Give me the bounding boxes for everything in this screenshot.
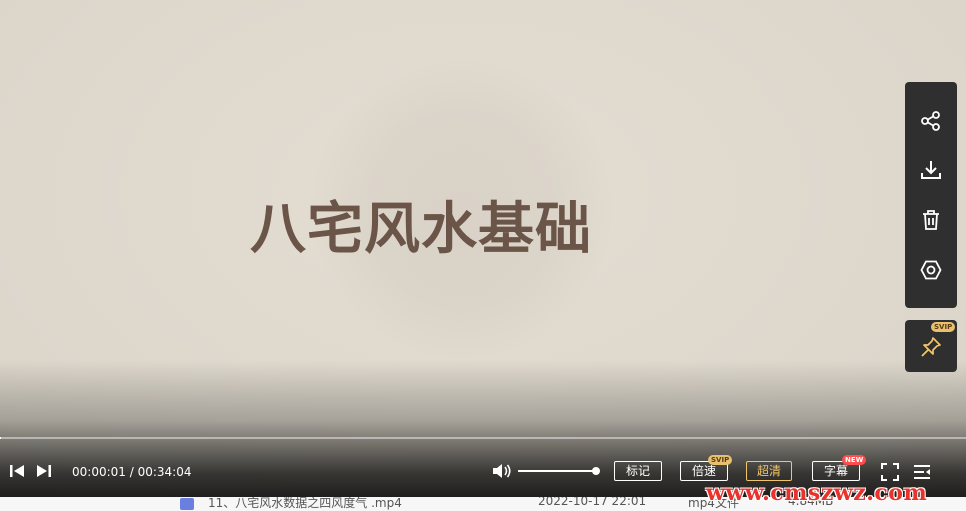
next-button[interactable] (35, 462, 53, 480)
video-frame-title: 八宅风水基础 (250, 197, 592, 262)
skip-next-icon (37, 465, 51, 477)
download-button[interactable] (917, 156, 945, 184)
time-display: 00:00:01 / 00:34:04 (72, 465, 191, 479)
file-date: 2022-10-17 22:01 (538, 497, 647, 508)
pin-svip-badge: SVIP (931, 322, 956, 332)
video-area[interactable]: 八宅风水基础 (0, 0, 966, 511)
mark-button[interactable]: 标记 (614, 461, 662, 481)
side-toolbar (905, 82, 957, 308)
duration: 00:34:04 (137, 465, 192, 479)
fullscreen-icon (881, 463, 899, 481)
volume-slider-handle[interactable] (592, 467, 600, 475)
volume-icon (493, 464, 511, 478)
site-watermark: www.cmszwz.com (706, 480, 928, 506)
pin-icon (921, 337, 941, 357)
settings-button[interactable] (917, 256, 945, 284)
share-icon (921, 111, 940, 131)
video-file-icon (180, 498, 194, 510)
pin-button[interactable] (917, 333, 945, 361)
volume-slider[interactable] (518, 467, 600, 475)
previous-button[interactable] (8, 462, 26, 480)
volume-button[interactable] (491, 461, 513, 481)
pin-window-panel: SVIP (905, 320, 957, 372)
download-icon (921, 161, 941, 179)
progress-bar-fill (0, 437, 1, 439)
speed-svip-badge: SVIP (708, 455, 733, 465)
settings-icon (920, 260, 942, 280)
delete-button[interactable] (917, 206, 945, 234)
subtitle-new-badge: NEW (842, 455, 867, 465)
volume-slider-fill (518, 470, 596, 472)
progress-bar[interactable] (0, 437, 966, 439)
playlist-button[interactable] (912, 462, 932, 482)
quality-button[interactable]: 超清 (746, 461, 792, 481)
current-time: 00:00:01 (72, 465, 126, 479)
share-button[interactable] (917, 107, 945, 135)
delete-icon (923, 210, 939, 230)
playlist-icon (914, 465, 930, 479)
fullscreen-button[interactable] (880, 462, 900, 482)
file-name: 11、八宅风水数据之四风度气 .mp4 (208, 497, 402, 510)
time-separator: / (125, 465, 138, 479)
skip-previous-icon (10, 465, 24, 477)
